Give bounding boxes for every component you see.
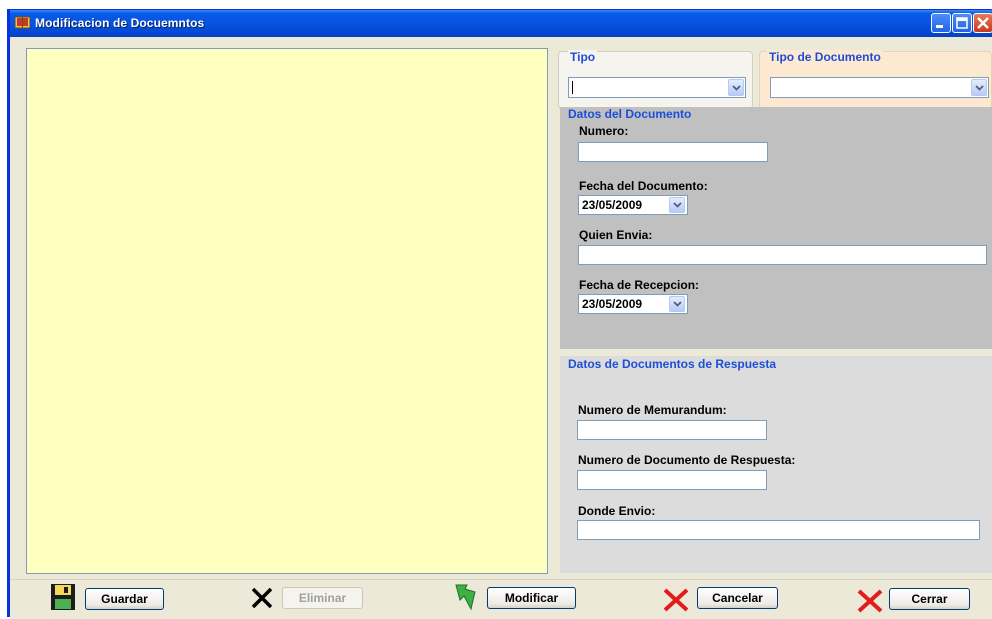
- fecha-recepcion-value: 23/05/2009: [582, 297, 643, 311]
- maximize-icon: [956, 17, 968, 29]
- action-toolbar: Guardar Eliminar Modificar Cancelar Cerr…: [10, 579, 992, 619]
- numero-memorandum-input[interactable]: [577, 420, 767, 440]
- tipo-group: Tipo: [558, 50, 753, 109]
- window-title: Modificacion de Docuemntos: [35, 16, 205, 30]
- fecha-documento-dropdown-button[interactable]: [669, 197, 685, 213]
- cerrar-button[interactable]: Cerrar: [889, 588, 970, 610]
- numero-documento-respuesta-label: Numero de Documento de Respuesta:: [578, 453, 796, 467]
- datos-respuesta-legend: Datos de Documentos de Respuesta: [568, 357, 777, 371]
- fecha-documento-value: 23/05/2009: [582, 198, 643, 212]
- text-cursor: [572, 81, 573, 94]
- fecha-recepcion-picker[interactable]: 23/05/2009: [578, 294, 688, 314]
- fecha-documento-label: Fecha del Documento:: [579, 179, 708, 193]
- red-x-icon: [663, 588, 689, 612]
- chevron-down-icon: [731, 84, 741, 91]
- quien-envia-label: Quien Envia:: [579, 228, 653, 242]
- fecha-recepcion-label: Fecha de Recepcion:: [579, 278, 700, 292]
- numero-input[interactable]: [578, 142, 768, 162]
- fecha-recepcion-dropdown-button[interactable]: [669, 296, 685, 312]
- modificar-button[interactable]: Modificar: [487, 587, 576, 609]
- chevron-down-icon: [672, 202, 682, 208]
- chevron-down-icon: [672, 301, 682, 307]
- tipo-documento-combobox[interactable]: [770, 77, 989, 98]
- close-icon: [977, 17, 989, 29]
- x-mark-icon: [251, 587, 273, 609]
- eliminar-button[interactable]: Eliminar: [282, 587, 363, 609]
- minimize-button[interactable]: [931, 13, 951, 33]
- datos-respuesta-group: Datos de Documentos de Respuesta Numero …: [560, 356, 992, 573]
- close-button[interactable]: [973, 13, 992, 33]
- numero-memorandum-label: Numero de Memurandum:: [578, 403, 727, 417]
- tipo-documento-dropdown-button[interactable]: [971, 79, 987, 96]
- numero-documento-respuesta-input[interactable]: [577, 470, 767, 490]
- main-window: Modificacion de Docuemntos Tipo Tipo de …: [7, 9, 992, 619]
- tipo-documento-group: Tipo de Documento: [759, 50, 992, 109]
- minimize-icon: [936, 25, 943, 28]
- datos-documento-legend: Datos del Documento: [568, 107, 692, 121]
- tipo-legend: Tipo: [568, 50, 598, 64]
- numero-label: Numero:: [579, 124, 629, 138]
- document-book-icon: [15, 16, 30, 29]
- fecha-documento-picker[interactable]: 23/05/2009: [578, 195, 688, 215]
- datos-documento-group: Datos del Documento Numero: Fecha del Do…: [560, 107, 992, 349]
- cancelar-button[interactable]: Cancelar: [697, 587, 778, 609]
- quien-envia-input[interactable]: [578, 245, 987, 265]
- tipo-documento-legend: Tipo de Documento: [767, 50, 883, 64]
- document-viewer[interactable]: [26, 48, 548, 574]
- maximize-button[interactable]: [952, 13, 972, 33]
- guardar-button[interactable]: Guardar: [85, 588, 164, 610]
- title-bar[interactable]: Modificacion de Docuemntos: [10, 10, 992, 37]
- floppy-disk-icon: [51, 584, 75, 610]
- tipo-dropdown-button[interactable]: [728, 79, 744, 96]
- donde-envio-label: Donde Envio:: [578, 504, 656, 518]
- chevron-down-icon: [974, 84, 984, 91]
- red-x-icon: [857, 589, 883, 613]
- green-arrow-icon: [455, 584, 476, 611]
- donde-envio-input[interactable]: [577, 520, 980, 540]
- tipo-combobox[interactable]: [568, 77, 746, 98]
